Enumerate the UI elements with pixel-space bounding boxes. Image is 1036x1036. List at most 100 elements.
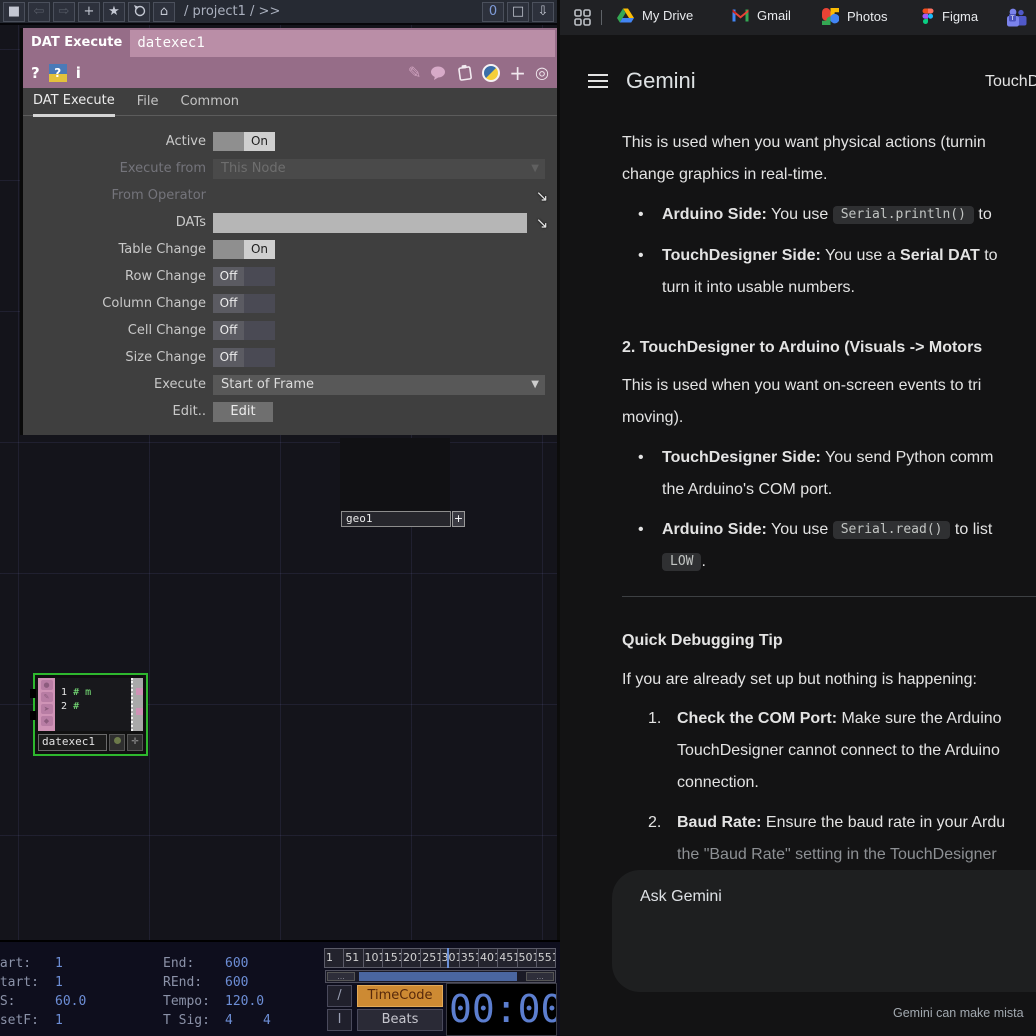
operator-picker-arrow-icon[interactable]: ↘ <box>531 187 553 205</box>
node-lock-flag-icon[interactable]: ◆ <box>41 716 53 726</box>
home-icon[interactable]: ⌂ <box>153 2 175 22</box>
operator-name-field[interactable]: datexec1 <box>130 30 555 57</box>
timecode-mode-button[interactable]: TimeCode <box>357 985 443 1007</box>
bookmark-photos[interactable]: Photos <box>822 8 887 25</box>
td-toolbar: ■ ⇦ ⇨ + ★ ⌂ / project1 / >> 0 □ ⇩ <box>0 0 557 25</box>
node-input-connector[interactable] <box>30 711 36 720</box>
table-change-toggle[interactable]: On <box>213 240 275 259</box>
ruler-cell[interactable]: 201 <box>401 948 421 968</box>
edit-button[interactable]: Edit <box>213 402 273 422</box>
ruler-cell[interactable]: 51 <box>343 948 363 968</box>
tsig-value[interactable]: 4 <box>225 1013 233 1028</box>
tab-common[interactable]: Common <box>181 94 240 115</box>
column-change-toggle[interactable]: Off <box>213 294 275 313</box>
frame-ruler[interactable]: 1 51 101 151 201 251 301 351 401 451 501… <box>325 948 556 968</box>
operator-picker-arrow-icon[interactable]: ↘ <box>531 214 553 232</box>
execute-from-dropdown[interactable]: This Node▼ <box>213 159 545 179</box>
apps-grid-icon[interactable] <box>574 9 591 26</box>
touchdesigner-window: ■ ⇦ ⇨ + ★ ⌂ / project1 / >> 0 □ ⇩ geo1 + <box>0 0 560 1036</box>
node-bypass-flag-icon[interactable]: ➤ <box>41 704 53 714</box>
dat-node-body[interactable]: ● ✎ ➤ ◆ 1 # m 2 # <box>38 678 143 731</box>
scroll-right-button[interactable]: ... <box>526 972 554 981</box>
rend-value[interactable]: 600 <box>225 975 248 990</box>
bookmark-gmail[interactable]: Gmail <box>732 8 791 23</box>
help-button[interactable]: ? <box>31 64 40 82</box>
ruler-cell[interactable]: 451 <box>497 948 517 968</box>
ruler-cell[interactable]: 101 <box>363 948 383 968</box>
ruler-cell[interactable]: 401 <box>478 948 498 968</box>
node-output-connector[interactable] <box>136 708 143 715</box>
star-icon[interactable]: ★ <box>103 2 125 22</box>
ruler-cell[interactable]: 301 <box>440 948 460 968</box>
ruler-cell[interactable]: 501 <box>517 948 537 968</box>
ruler-cell[interactable]: 551 <box>536 948 556 968</box>
datexec-node[interactable]: ● ✎ ➤ ◆ 1 # m 2 # datexec1 ✛ <box>33 673 148 756</box>
info-button[interactable]: i <box>76 64 81 82</box>
end-value[interactable]: 600 <box>225 956 248 971</box>
ruler-cell[interactable]: 251 <box>420 948 440 968</box>
node-output-connector[interactable] <box>136 688 143 695</box>
target-icon[interactable]: ◎ <box>535 64 549 82</box>
python-help-icon[interactable]: ? <box>49 64 67 82</box>
bookmark-figma[interactable]: Figma <box>922 8 978 25</box>
geo-node-label[interactable]: geo1 <box>341 511 451 527</box>
menu-hamburger-icon[interactable] <box>588 74 608 88</box>
active-toggle[interactable]: On <box>213 132 275 151</box>
network-depth-indicator[interactable]: 0 <box>482 2 504 22</box>
scrollbar-thumb[interactable] <box>359 972 517 981</box>
forward-icon[interactable]: ⇨ <box>53 2 75 22</box>
node-comment-button[interactable]: ✛ <box>127 734 143 751</box>
python-expression-icon[interactable] <box>482 64 500 82</box>
resetf-label: esetF: <box>0 1013 39 1028</box>
inline-code: LOW <box>662 553 701 571</box>
add-parameter-icon[interactable]: + <box>509 64 526 82</box>
playhead[interactable] <box>447 948 449 968</box>
execute-dropdown[interactable]: Start of Frame▼ <box>213 375 545 395</box>
geo-node-expand-button[interactable]: + <box>452 511 465 527</box>
dat-table-preview: 1 # m 2 # <box>55 678 131 731</box>
copy-parameters-icon[interactable] <box>457 64 473 81</box>
bookmark-teams[interactable]: T <box>1004 8 1030 27</box>
bookmark-my-drive[interactable]: My Drive <box>617 8 693 23</box>
node-clone-flag-icon[interactable]: ✎ <box>41 692 53 702</box>
collapse-down-icon[interactable]: ⇩ <box>532 2 554 22</box>
search-network-icon[interactable] <box>128 2 150 22</box>
ruler-cell[interactable]: 1 <box>324 948 344 968</box>
timeline-scrollbar[interactable]: ... ... <box>325 970 556 983</box>
independent-time-button[interactable]: I <box>327 1009 352 1031</box>
dialog-titlebar[interactable]: DAT Execute datexec1 <box>23 28 557 57</box>
add-icon[interactable]: + <box>78 2 100 22</box>
start-value[interactable]: 1 <box>55 956 63 971</box>
node-viewer-flag-icon[interactable]: ● <box>41 680 53 690</box>
start-label: tart: <box>0 956 31 971</box>
node-name-label[interactable]: datexec1 <box>38 734 107 751</box>
pencil-icon[interactable]: ✎ <box>408 64 421 82</box>
tempo-value[interactable]: 120.0 <box>225 994 264 1009</box>
stop-icon[interactable]: ■ <box>3 2 25 22</box>
breadcrumb[interactable]: / project1 / >> <box>178 4 479 19</box>
node-input-connector[interactable] <box>30 689 36 698</box>
comment-bubble-icon[interactable] <box>430 66 448 80</box>
geo-node-viewport[interactable] <box>340 438 450 512</box>
rstart-label: Start: <box>0 975 39 990</box>
window-icon[interactable]: □ <box>507 2 529 22</box>
ruler-cell[interactable]: 351 <box>459 948 479 968</box>
fps-value[interactable]: 60.0 <box>55 994 86 1009</box>
ruler-cell[interactable]: 151 <box>382 948 402 968</box>
size-change-toggle[interactable]: Off <box>213 348 275 367</box>
inline-code: Serial.read() <box>833 521 951 539</box>
dats-input-field[interactable] <box>213 213 527 233</box>
tab-file[interactable]: File <box>137 94 159 115</box>
scroll-left-button[interactable]: ... <box>327 972 355 981</box>
tab-dat-execute[interactable]: DAT Execute <box>33 93 115 117</box>
cell-change-toggle[interactable]: Off <box>213 321 275 340</box>
node-color-button[interactable] <box>109 734 125 751</box>
gemini-title[interactable]: Gemini <box>626 68 696 94</box>
tsig-value2[interactable]: 4 <box>263 1013 271 1028</box>
resetf-value[interactable]: 1 <box>55 1013 63 1028</box>
row-change-toggle[interactable]: Off <box>213 267 275 286</box>
beats-mode-button[interactable]: Beats <box>357 1009 443 1031</box>
back-icon[interactable]: ⇦ <box>28 2 50 22</box>
range-limit-button[interactable]: / <box>327 985 352 1007</box>
rstart-value[interactable]: 1 <box>55 975 63 990</box>
